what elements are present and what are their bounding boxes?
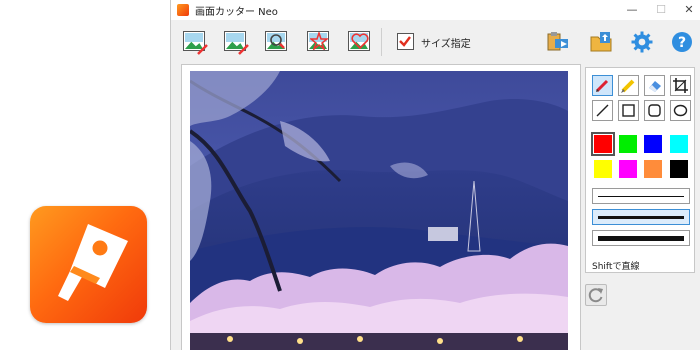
line-width-thick[interactable] (592, 230, 690, 246)
app-window: 画面カッター Neo — ☐ ✕ サイズ指定 ? Shiftで直線 (170, 0, 700, 350)
help-button[interactable]: ? (669, 30, 695, 54)
toolbar: サイズ指定 ? (171, 20, 700, 64)
highlighter-tool[interactable] (618, 75, 639, 96)
refresh-icon (588, 288, 603, 303)
pen-icon (595, 79, 609, 93)
size-checkbox-label: サイズ指定 (421, 39, 471, 50)
color-swatch-green[interactable] (619, 135, 637, 153)
color-swatch-magenta[interactable] (619, 160, 637, 178)
eraser-icon (649, 81, 661, 92)
captured-photo (190, 71, 568, 350)
reset-button[interactable] (585, 284, 607, 306)
line-width-medium[interactable] (592, 209, 690, 225)
help-icon: ? (672, 32, 692, 52)
drawing-tool-panel: Shiftで直線 (585, 67, 695, 273)
capture-heart-button[interactable] (346, 29, 374, 55)
window-title: 画面カッター Neo (195, 7, 278, 18)
capture-fullscreen-button[interactable] (181, 29, 209, 55)
title-bar: 画面カッター Neo — ☐ ✕ (171, 0, 700, 20)
minimize-button[interactable]: — (617, 0, 647, 20)
color-swatch-cyan[interactable] (670, 135, 688, 153)
settings-button[interactable] (629, 30, 655, 54)
close-button[interactable]: ✕ (674, 0, 700, 20)
check-icon (399, 36, 411, 47)
toolbar-separator (381, 28, 382, 56)
app-logo (30, 206, 147, 323)
screenshot-root: 画面カッター Neo — ☐ ✕ サイズ指定 ? Shiftで直線 (0, 0, 700, 350)
ellipse-icon (673, 104, 688, 117)
line-icon (596, 104, 609, 117)
ellipse-tool[interactable] (670, 100, 691, 121)
capture-star-button[interactable] (305, 29, 333, 55)
highlighter-icon (621, 79, 635, 93)
app-small-icon (177, 4, 189, 16)
svg-text:?: ? (678, 35, 686, 51)
rounded-rectangle-tool[interactable] (644, 100, 665, 121)
size-checkbox[interactable] (397, 33, 414, 50)
eraser-tool[interactable] (644, 75, 665, 96)
folder-save-button[interactable] (589, 30, 615, 54)
gear-icon (631, 31, 653, 53)
folder-save-icon (590, 32, 612, 52)
line-width-thin[interactable] (592, 188, 690, 204)
color-swatch-black[interactable] (670, 160, 688, 178)
clipboard-export-button[interactable] (545, 30, 571, 54)
maximize-button[interactable]: ☐ (646, 0, 676, 20)
clipboard-export-icon (547, 32, 568, 51)
color-swatch-red[interactable] (591, 132, 615, 156)
crop-icon (673, 78, 688, 93)
crop-tool[interactable] (670, 75, 691, 96)
capture-magnify-button[interactable] (263, 29, 291, 55)
color-swatch-orange[interactable] (644, 160, 662, 178)
cutter-blade-icon (58, 224, 128, 301)
rounded-rectangle-icon (648, 104, 661, 117)
capture-canvas[interactable] (181, 64, 581, 350)
rectangle-tool[interactable] (618, 100, 639, 121)
shift-straight-line-label: Shiftで直線 (592, 262, 640, 272)
color-swatch-blue[interactable] (644, 135, 662, 153)
pen-tool[interactable] (592, 75, 613, 96)
color-swatch-yellow[interactable] (594, 160, 612, 178)
capture-window-button[interactable] (222, 29, 250, 55)
rectangle-icon (622, 104, 635, 117)
line-tool[interactable] (592, 100, 613, 121)
